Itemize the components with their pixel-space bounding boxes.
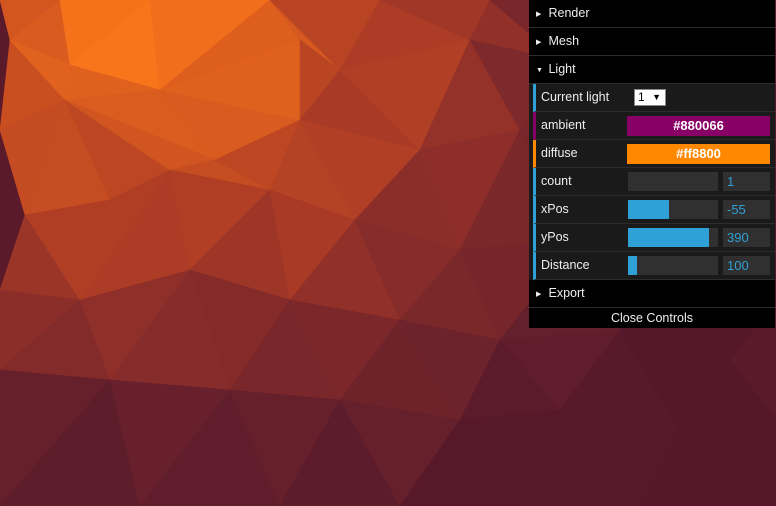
folder-export[interactable]: ▶ Export (529, 280, 775, 308)
ypos-slider-fill (628, 228, 709, 247)
ambient-color-input[interactable]: #880066 (627, 116, 770, 136)
distance-label: Distance (541, 258, 590, 272)
count-slider[interactable] (628, 172, 718, 191)
folder-light[interactable]: ▼ Light (529, 56, 775, 84)
controls-panel: ▶ Render ▶ Mesh ▼ Light Current light 1 … (529, 0, 775, 328)
folder-mesh[interactable]: ▶ Mesh (529, 28, 775, 56)
count-input[interactable]: 1 (723, 172, 770, 191)
folder-export-label: Export (548, 286, 585, 300)
count-label: count (541, 174, 572, 188)
xpos-row: xPos -55 (533, 196, 775, 224)
diffuse-color-input[interactable]: #ff8800 (627, 144, 770, 164)
xpos-slider-fill (628, 200, 669, 219)
ypos-row: yPos 390 (533, 224, 775, 252)
ypos-slider[interactable] (628, 228, 718, 247)
distance-slider-fill (628, 256, 637, 275)
distance-slider[interactable] (628, 256, 718, 275)
ypos-input[interactable]: 390 (723, 228, 770, 247)
dropdown-arrow-icon: ▼ (652, 92, 661, 102)
triangle-right-icon: ▶ (536, 11, 542, 18)
ypos-label: yPos (541, 230, 569, 244)
diffuse-label: diffuse (541, 146, 578, 160)
folder-mesh-label: Mesh (548, 34, 580, 48)
current-light-label: Current light (541, 90, 610, 104)
count-row: count 1 (533, 168, 775, 196)
xpos-input[interactable]: -55 (723, 200, 770, 219)
triangle-down-icon: ▼ (536, 67, 543, 74)
xpos-label: xPos (541, 202, 569, 216)
current-light-select[interactable]: 1 ▼ (634, 89, 666, 106)
triangle-right-icon: ▶ (536, 291, 542, 298)
current-light-row: Current light 1 ▼ (533, 84, 775, 112)
folder-render-label: Render (548, 6, 590, 20)
xpos-slider[interactable] (628, 200, 718, 219)
folder-render[interactable]: ▶ Render (529, 0, 775, 28)
close-controls-button[interactable]: Close Controls (529, 308, 775, 328)
current-light-value: 1 (638, 90, 645, 104)
distance-row: Distance 100 (533, 252, 775, 280)
folder-light-label: Light (548, 62, 576, 76)
ambient-label: ambient (541, 118, 586, 132)
triangle-right-icon: ▶ (536, 39, 542, 46)
distance-input[interactable]: 100 (723, 256, 770, 275)
diffuse-row: diffuse #ff8800 (533, 140, 775, 168)
ambient-row: ambient #880066 (533, 112, 775, 140)
